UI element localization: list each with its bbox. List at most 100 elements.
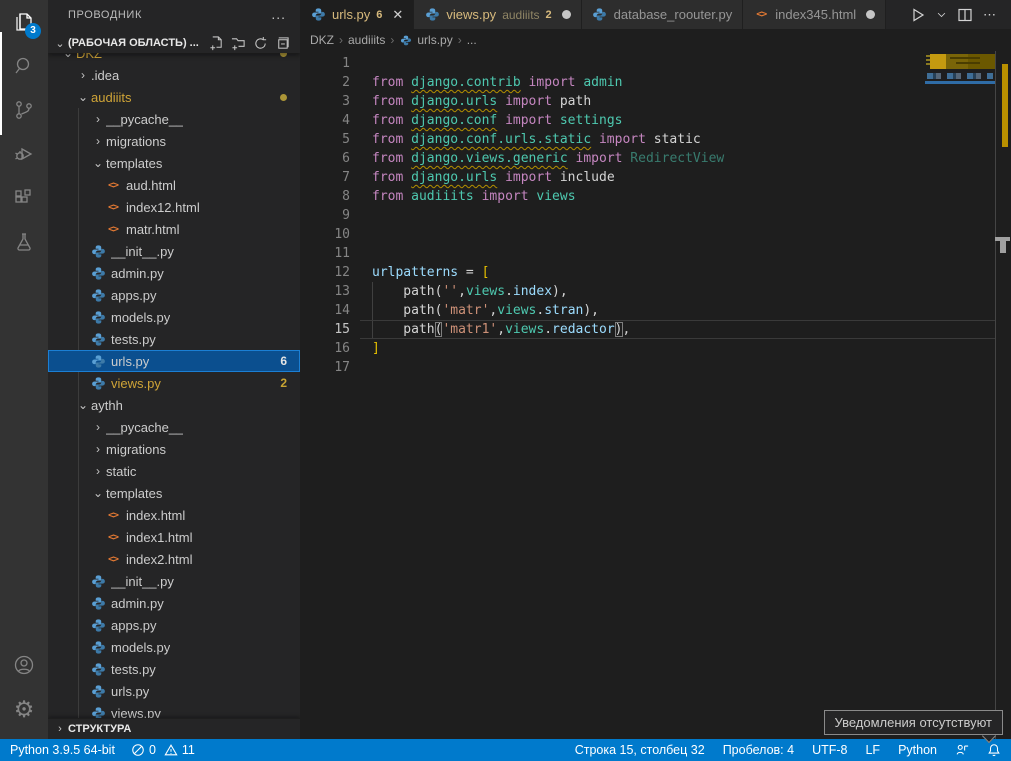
breadcrumb-item[interactable]: DKZ — [310, 33, 334, 47]
code-token — [497, 94, 505, 109]
code-token: from — [372, 151, 411, 166]
search-icon[interactable] — [0, 44, 48, 88]
tree-item-static[interactable]: ›static — [48, 460, 300, 482]
code-line: 3from django.urls import path — [300, 92, 925, 111]
split-editor-icon[interactable] — [957, 7, 973, 23]
workspace-section-header[interactable]: ⌄ (РАБОЧАЯ ОБЛАСТЬ) ... — [48, 33, 300, 53]
breadcrumb-item[interactable]: ... — [467, 33, 477, 47]
tab-index345-html[interactable]: <>index345.html — [743, 0, 886, 29]
code-line-content: path('matr',views.stran), — [372, 301, 599, 320]
collapse-all-icon[interactable] — [275, 36, 290, 51]
line-number: 9 — [300, 206, 350, 225]
tree-item-apps-py[interactable]: apps.py — [48, 614, 300, 636]
tree-item--init-py[interactable]: __init__.py — [48, 570, 300, 592]
language-mode-item[interactable]: Python — [898, 743, 937, 757]
notifications-bell-icon[interactable] — [987, 743, 1001, 757]
tree-item-aud-html[interactable]: <>aud.html — [48, 174, 300, 196]
account-icon[interactable] — [0, 643, 48, 687]
tab-views-py[interactable]: views.pyaudiiits2 — [414, 0, 581, 29]
code-token — [497, 170, 505, 185]
code-line: 9 — [300, 206, 925, 225]
sidebar-more-icon[interactable]: ... — [271, 6, 286, 22]
tree-item--idea[interactable]: ›.idea — [48, 64, 300, 86]
run-debug-icon[interactable] — [0, 132, 48, 176]
tree-item-models-py[interactable]: models.py — [48, 636, 300, 658]
code-editor[interactable]: 12from django.contrib import admin3from … — [300, 51, 1011, 739]
overview-ruler-cursor-marker — [1000, 241, 1006, 253]
tree-item-admin-py[interactable]: admin.py — [48, 262, 300, 284]
code-token: views — [505, 322, 544, 337]
minimap[interactable] — [925, 51, 995, 739]
tree-item-label: views.py — [111, 376, 161, 391]
python-interpreter-item[interactable]: Python 3.9.5 64-bit — [10, 743, 115, 757]
code-line: 7from django.urls import include — [300, 168, 925, 187]
explorer-icon[interactable]: 3 — [0, 0, 48, 44]
eol-item[interactable]: LF — [865, 743, 880, 757]
tree-item-migrations[interactable]: ›migrations — [48, 438, 300, 460]
editor-more-icon[interactable]: ⋯ — [983, 7, 997, 23]
outline-label: СТРУКТУРА — [68, 723, 131, 735]
tree-item-label: index12.html — [126, 200, 200, 215]
minimap-code-line — [925, 81, 995, 84]
tree-item-aythh[interactable]: ⌄aythh — [48, 394, 300, 416]
problems-item[interactable]: 0 11 — [131, 743, 195, 757]
tree-item-views-py[interactable]: views.py — [48, 702, 300, 718]
tree-item-index-html[interactable]: <>index.html — [48, 504, 300, 526]
tree-item-views-py[interactable]: views.py2 — [48, 372, 300, 394]
tab-database-roouter-py[interactable]: database_roouter.py — [582, 0, 744, 29]
run-chevron-down-icon[interactable] — [936, 9, 947, 20]
cursor-position-item[interactable]: Строка 15, столбец 32 — [575, 743, 705, 757]
source-control-icon[interactable] — [0, 88, 48, 132]
tab-urls-py[interactable]: urls.py6✕ — [300, 0, 414, 29]
extensions-icon[interactable] — [0, 176, 48, 220]
testing-icon[interactable] — [0, 220, 48, 264]
encoding-item[interactable]: UTF-8 — [812, 743, 847, 757]
close-icon[interactable]: ✕ — [392, 7, 403, 23]
tree-item-matr-html[interactable]: <>matr.html — [48, 218, 300, 240]
feedback-icon[interactable] — [955, 743, 969, 757]
tree-item-index12-html[interactable]: <> index12.html — [48, 196, 300, 218]
dirty-dot-icon[interactable] — [866, 10, 875, 19]
tree-item--pycache-[interactable]: ›__pycache__ — [48, 416, 300, 438]
code-token: RedirectView — [622, 151, 724, 166]
tree-item-templates[interactable]: ⌄templates — [48, 152, 300, 174]
tree-item-label: urls.py — [111, 684, 149, 699]
new-folder-icon[interactable] — [231, 36, 246, 51]
breadcrumb-item[interactable]: urls.py — [399, 33, 452, 47]
tree-item-index2-html[interactable]: <>index2.html — [48, 548, 300, 570]
code-token: redactor — [552, 322, 615, 337]
tree-item-label: urls.py — [111, 354, 149, 369]
tree-item-index1-html[interactable]: <>index1.html — [48, 526, 300, 548]
new-file-icon[interactable] — [209, 36, 224, 51]
indentation-item[interactable]: Пробелов: 4 — [723, 743, 794, 757]
code-line: 8from audiiits import views — [300, 187, 925, 206]
code-line-content: path('matr1',views.redactor), — [372, 320, 630, 339]
tree-item--init-py[interactable]: __init__.py — [48, 240, 300, 262]
tree-item-urls-py[interactable]: urls.py6 — [48, 350, 300, 372]
tree-item-urls-py[interactable]: urls.py — [48, 680, 300, 702]
line-number: 1 — [300, 54, 350, 73]
code-line-content: from django.conf.urls.static import stat… — [372, 130, 701, 149]
settings-gear-icon[interactable]: ⚙ — [0, 687, 48, 731]
outline-section-header[interactable]: › СТРУКТУРА — [48, 718, 300, 739]
tree-item-tests-py[interactable]: tests.py — [48, 328, 300, 350]
tree-item-migrations[interactable]: ›migrations — [48, 130, 300, 152]
code-token — [521, 75, 529, 90]
run-icon[interactable] — [910, 7, 926, 23]
tree-item-label: __init__.py — [111, 574, 174, 589]
html-icon: <> — [105, 199, 121, 215]
tree-item-tests-py[interactable]: tests.py — [48, 658, 300, 680]
tree-item-templates[interactable]: ⌄templates — [48, 482, 300, 504]
tree-item-label: models.py — [111, 310, 170, 325]
line-number: 2 — [300, 73, 350, 92]
code-token: views — [529, 189, 576, 204]
tree-item-audiiits[interactable]: ⌄audiiits — [48, 86, 300, 108]
dirty-dot-icon[interactable] — [562, 10, 571, 19]
tree-item--pycache-[interactable]: ›__pycache__ — [48, 108, 300, 130]
line-number: 7 — [300, 168, 350, 187]
tree-item-models-py[interactable]: models.py — [48, 306, 300, 328]
tree-item-apps-py[interactable]: apps.py — [48, 284, 300, 306]
breadcrumb-item[interactable]: audiiits — [348, 33, 385, 47]
refresh-icon[interactable] — [253, 36, 268, 51]
tree-item-admin-py[interactable]: admin.py — [48, 592, 300, 614]
